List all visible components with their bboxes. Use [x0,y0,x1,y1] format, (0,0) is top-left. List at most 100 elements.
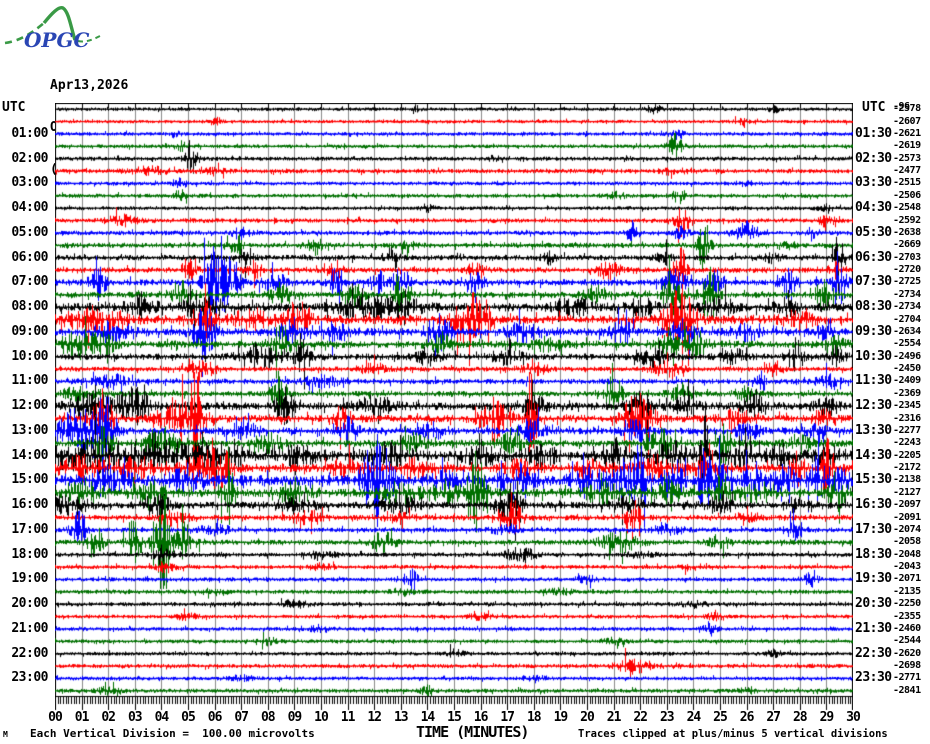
trace-mean-value: -2634 [893,325,921,337]
trace-mean-value: -2725 [893,276,921,288]
right-hour-label: 02:30 [855,150,892,166]
minute-tick-label: 07 [234,710,249,725]
trace-mean-value: -2316 [893,412,921,424]
minute-tick-label: 00 [48,710,63,725]
right-hour-label: 22:30 [855,645,892,661]
right-hour-label: 04:30 [855,200,892,216]
minute-tick-label: 04 [154,710,170,725]
minute-tick-label: 10 [314,710,329,725]
trace-mean-value: -2734 [893,301,921,313]
trace-mean-value: -2515 [893,177,921,189]
minute-tick-label: 06 [207,710,223,725]
trace-mean-value: -2607 [893,115,921,127]
trace-mean-value: -2250 [893,598,921,610]
trace-mean-value: -2074 [893,523,921,535]
minute-tick-label: 25 [713,710,728,725]
left-hour-label: 10:00 [11,348,48,364]
trace-mean-value: -2720 [893,264,921,276]
right-hour-label: 20:30 [855,596,892,612]
trace-mean-value: -2620 [893,647,921,659]
trace-mean-value: -2138 [893,474,921,486]
right-hour-label: 18:30 [855,546,892,562]
right-hour-label: 11:30 [855,373,892,389]
trace-mean-value: -2355 [893,610,921,622]
right-hour-label: 07:30 [855,274,892,290]
left-hour-label: 12:00 [11,398,48,414]
right-hour-label: 06:30 [855,249,892,265]
right-hour-label: 15:30 [855,472,892,488]
trace-mean-value: -2135 [893,585,921,597]
overlay-mean-value: -96 [893,101,910,113]
left-hour-label: 02:00 [11,150,48,166]
logo-text: OPGC [24,28,90,52]
minute-tick-label: 30 [846,710,861,725]
right-hour-label: 13:30 [855,422,892,438]
footer-corner-glyph: M [3,730,8,739]
trace-mean-value: -2477 [893,165,921,177]
trace-mean-value: -2243 [893,437,921,449]
vertical-division-note: Each Vertical Division = 100.00 microvol… [30,727,315,740]
right-hour-label: 19:30 [855,571,892,587]
trace-mean-value: -2048 [893,548,921,560]
left-hour-label: 07:00 [11,274,48,290]
minute-tick-label: 11 [340,710,356,725]
left-hour-label: 09:00 [11,323,48,339]
trace-mean-value: -2460 [893,622,921,634]
left-hour-label: 03:00 [11,175,48,191]
minute-tick-label: 09 [287,710,303,725]
trace-mean-value: -2841 [893,684,921,696]
left-hour-label: 20:00 [11,596,48,612]
right-hour-label: 03:30 [855,175,892,191]
right-hour-label: 09:30 [855,323,892,339]
trace-mean-value: -2771 [893,672,921,684]
left-hour-label: 18:00 [11,546,48,562]
left-hour-label: 19:00 [11,571,48,587]
trace-mean-value: -2071 [893,573,921,585]
left-hour-label: 23:00 [11,670,48,686]
trace-mean-value: -2544 [893,635,921,647]
minute-tick-label: 22 [633,710,648,725]
utc-label-left: UTC [2,100,26,115]
minute-tick-label: 12 [367,710,382,725]
trace-mean-value: -2450 [893,363,921,375]
trace-mean-value: -2638 [893,226,921,238]
helicorder-canvas [55,103,853,712]
right-hour-label: 23:30 [855,670,892,686]
right-hour-label: 12:30 [855,398,892,414]
right-hour-label: 01:30 [855,125,892,141]
trace-mean-value: -2669 [893,239,921,251]
minute-tick-label: 18 [526,710,542,725]
trace-mean-value: -2172 [893,462,921,474]
trace-mean-value: -2277 [893,424,921,436]
right-hour-label: 17:30 [855,521,892,537]
minute-tick-label: 20 [580,710,595,725]
minute-tick-label: 08 [260,710,276,725]
right-hour-label: 21:30 [855,620,892,636]
right-hour-label: 05:30 [855,224,892,240]
x-axis-title: TIME (MINUTES) [416,723,529,741]
trace-mean-value: -2345 [893,400,921,412]
left-hour-label: 13:00 [11,422,48,438]
trace-mean-value: -2506 [893,189,921,201]
opgc-logo: OPGC [4,5,103,52]
trace-mean-value: -2058 [893,536,921,548]
right-hour-label: 08:30 [855,299,892,315]
minute-tick-label: 13 [393,710,409,725]
helicorder-page: { "logo": {"text": "OPGC"}, "header": {"… [0,0,930,744]
left-hour-label: 17:00 [11,521,48,537]
utc-label-right: UTC [862,100,886,115]
minute-tick-label: 19 [553,710,569,725]
header-date: Apr13,2026 [50,78,129,93]
left-hour-label: 11:00 [11,373,48,389]
minute-tick-label: 02 [101,710,116,725]
minute-tick-label: 29 [819,710,835,725]
minute-tick-label: 28 [792,710,808,725]
left-hour-label: 14:00 [11,447,48,463]
minute-tick-label: 21 [606,710,622,725]
trace-mean-value: -2496 [893,350,921,362]
trace-mean-value: -2127 [893,486,921,498]
left-hour-label: 16:00 [11,497,48,513]
trace-mean-value: -2698 [893,660,921,672]
trace-mean-value: -2573 [893,152,921,164]
left-hour-label: 22:00 [11,645,48,661]
